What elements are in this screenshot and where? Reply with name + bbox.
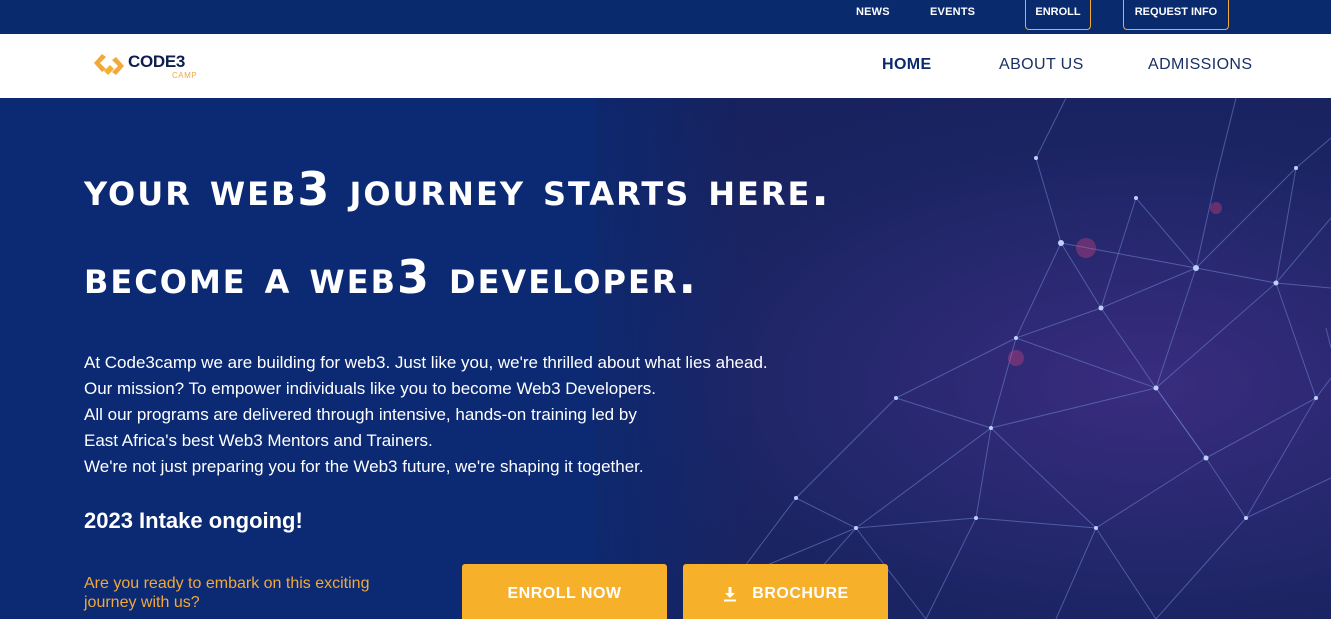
- request-info-button[interactable]: REQUEST INFO: [1123, 0, 1229, 30]
- events-link[interactable]: EVENTS: [930, 0, 975, 30]
- mission-line: At Code3camp we are building for web3. J…: [84, 353, 768, 372]
- download-icon: [724, 587, 737, 602]
- hero-headline-2: Become a Web3 Developer.: [84, 250, 698, 304]
- mission-line: East Africa's best Web3 Mentors and Trai…: [84, 431, 433, 450]
- main-navbar: CODE3 CAMP HOME ABOUT US ADMISSIONS: [0, 34, 1331, 98]
- nav-admissions[interactable]: ADMISSIONS: [1148, 56, 1252, 74]
- intake-heading: 2023 Intake ongoing!: [84, 508, 303, 533]
- nav-about-us[interactable]: ABOUT US: [999, 56, 1084, 74]
- nav-home[interactable]: HOME: [882, 56, 932, 74]
- brochure-button[interactable]: BROCHURE: [683, 564, 888, 619]
- brochure-label: BROCHURE: [752, 585, 849, 602]
- enroll-now-button[interactable]: ENROLL NOW: [462, 564, 667, 619]
- news-link[interactable]: NEWS: [856, 0, 890, 30]
- mission-line: Our mission? To empower individuals like…: [84, 379, 656, 398]
- mission-text: At Code3camp we are building for web3. J…: [84, 350, 904, 480]
- logo-subtext: CAMP: [172, 71, 198, 80]
- logo-wordmark: CODE3: [128, 52, 186, 71]
- enroll-button[interactable]: ENROLL: [1025, 0, 1091, 30]
- top-utility-bar: NEWS EVENTS ENROLL REQUEST INFO: [0, 0, 1331, 34]
- cta-question: Are you ready to embark on this exciting…: [84, 575, 370, 611]
- mission-line: We're not just preparing you for the Web…: [84, 457, 644, 476]
- code3-camp-logo[interactable]: CODE3 CAMP: [92, 51, 222, 85]
- enroll-now-label: ENROLL NOW: [507, 585, 622, 602]
- code3-logo-mark-icon: [94, 54, 124, 75]
- mission-line: All our programs are delivered through i…: [84, 405, 637, 424]
- hero-section: Your Web3 Journey starts here. Become a …: [0, 98, 1331, 619]
- hero-headline-1: Your Web3 Journey starts here.: [84, 162, 831, 216]
